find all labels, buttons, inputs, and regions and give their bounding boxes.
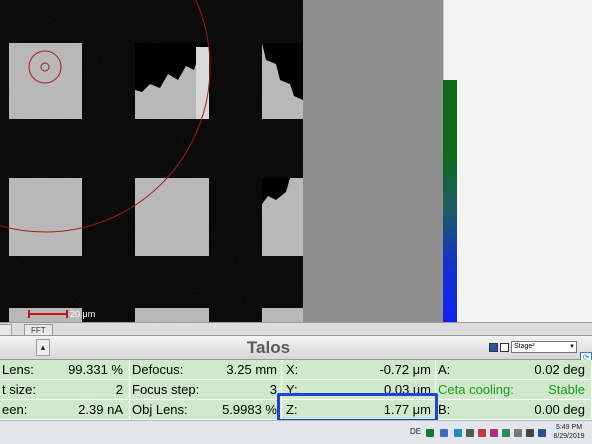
tray-network-icon[interactable] [440,429,448,437]
tray-sync-icon[interactable] [454,429,462,437]
tray-chat-icon[interactable] [502,429,510,437]
language-indicator[interactable]: DE [410,427,421,436]
readout-screen-current: een: 2.39 nA [0,400,130,420]
readout-spot-size: t size: 2 [0,380,130,400]
readout-obj-lens: Obj Lens: 5.9983 % [130,400,282,420]
tray-alert-icon[interactable] [478,429,486,437]
tab-image[interactable] [0,324,12,336]
stage-option-button-alt[interactable] [500,342,509,352]
histogram-panel [443,0,592,322]
tray-volume-icon[interactable] [538,429,546,437]
tray-flag-icon[interactable] [514,429,522,437]
scale-label: 20 μm [70,309,96,319]
stage-controls: Stage² [489,340,577,354]
side-panel [303,0,443,322]
readout-stage-x: X: -0.72 μm [282,360,436,380]
tray-app-icon[interactable] [426,429,434,437]
histogram-bar [443,80,457,322]
scale-bar [28,310,68,318]
tray-speaker-icon[interactable] [526,429,534,437]
readout-lens: Lens: 99.331 % [0,360,130,380]
page-title: Talos [246,338,291,357]
readout-focus-step: Focus step: 3 [130,380,282,400]
tab-fft[interactable]: FFT [24,324,53,336]
taskbar-clock[interactable]: 5:49 PM 8/29/2019 [548,423,590,441]
clock-date: 8/29/2019 [553,433,585,440]
readout-beta: B: 0.00 deg [436,400,592,420]
bright-edge [196,47,209,119]
stage-option-button[interactable] [489,342,498,352]
tray-media-icon[interactable] [490,429,498,437]
z-value-highlight [277,393,438,422]
clock-time: 5:49 PM [555,424,583,431]
status-header: ▲ Talos Stage² [0,336,592,360]
view-tabstrip: FFT [0,322,592,336]
taskbar: DE 5:49 PM 8/29/2019 [0,420,592,444]
grid-image [0,0,303,322]
tray-display-icon[interactable] [466,429,474,437]
readout-ceta-cooling: Ceta cooling: Stable [436,380,592,400]
readout-defocus: Defocus: 3.25 mm [130,360,282,380]
stage-select[interactable]: Stage² [511,341,577,353]
microscope-image-viewport[interactable]: 20 μm [0,0,303,322]
readout-alpha: A: 0.02 deg [436,360,592,380]
